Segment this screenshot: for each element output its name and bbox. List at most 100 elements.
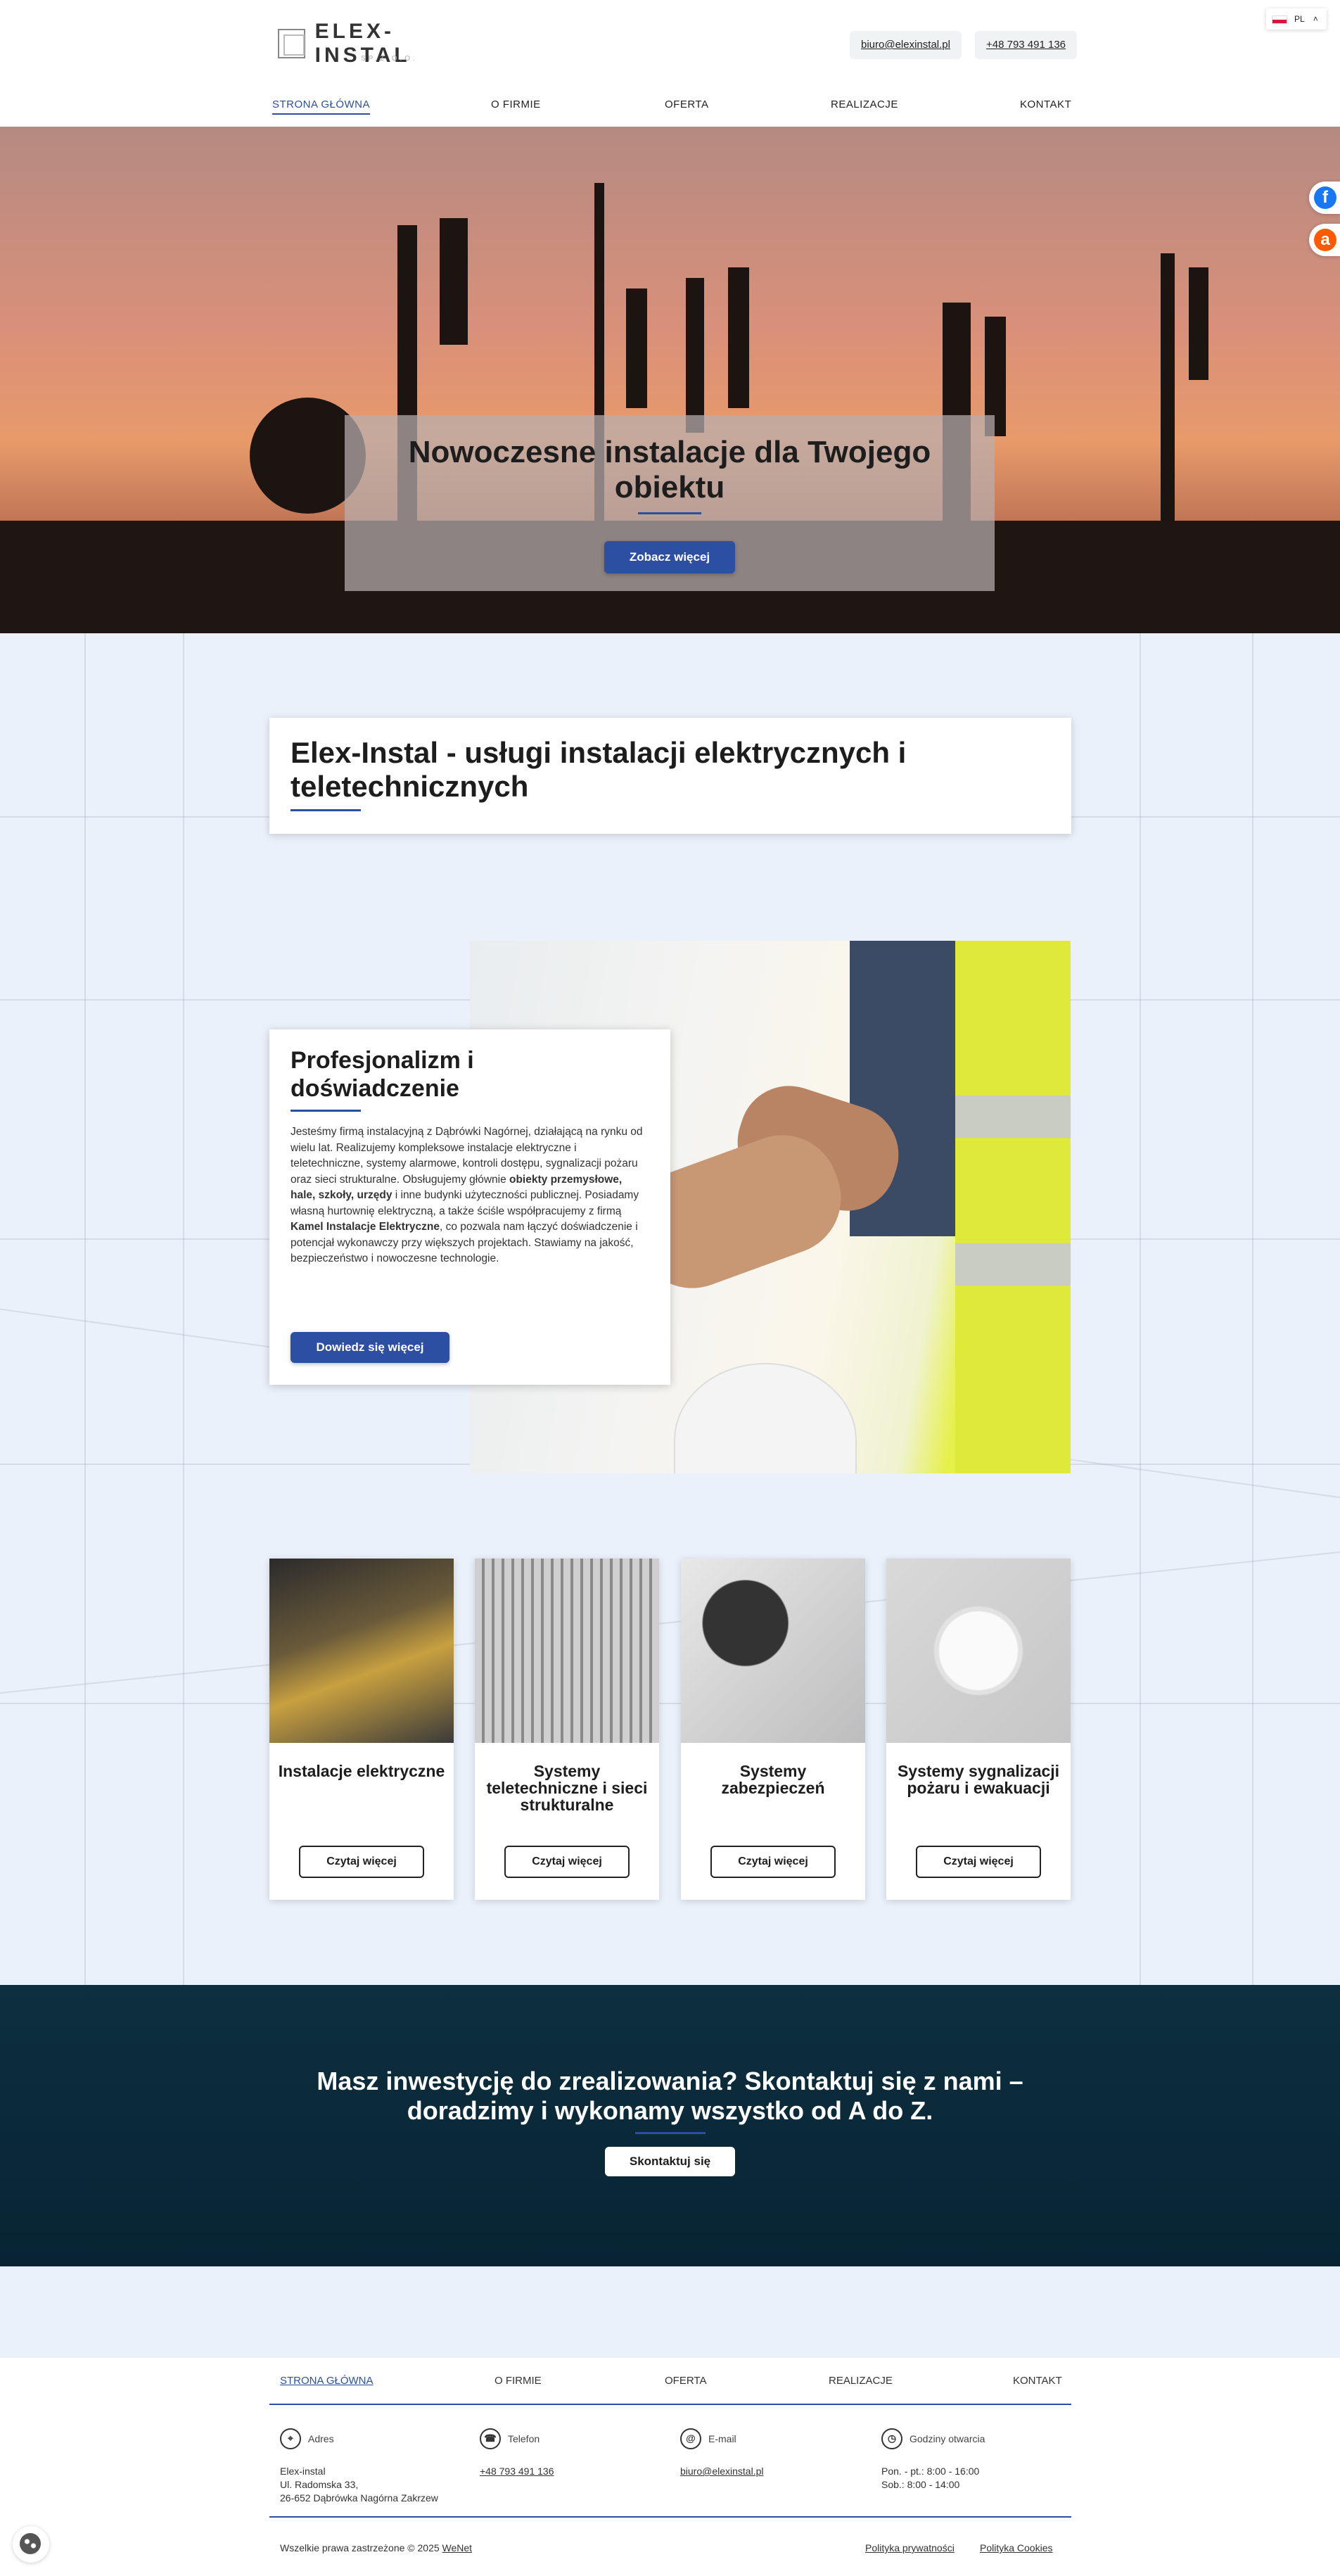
hours-value: Pon. - pt.: 8:00 - 16:00 Sob.: 8:00 - 14…: [881, 2465, 1071, 2492]
facebook-link[interactable]: f: [1309, 182, 1340, 214]
privacy-policy-link[interactable]: Polityka prywatności: [865, 2542, 955, 2553]
copyright: Wszelkie prawa zastrzeżone © 2025 WeNet: [280, 2542, 472, 2553]
about-accent-line: [291, 1110, 361, 1112]
intro-card: Elex-Instal - usługi instalacji elektryc…: [269, 718, 1071, 834]
nav-item-home[interactable]: STRONA GŁÓWNA: [272, 99, 371, 115]
address-line: 26-652 Dąbrówka Nagórna Zakrzew: [280, 2492, 438, 2504]
logo[interactable]: ELEX-INSTAL SP.Z O.O.: [278, 20, 475, 67]
blueprint-strip: [0, 2266, 1340, 2358]
nav-item-projects[interactable]: REALIZACJE: [831, 99, 898, 110]
about-text-bold: Kamel Instalacje Elektryczne: [291, 1221, 440, 1233]
hero-title: Nowoczesne instalacje dla Twojego obiekt…: [408, 435, 931, 505]
hours-line: Pon. - pt.: 8:00 - 16:00: [881, 2466, 980, 2477]
blueprint-line: [183, 633, 184, 1985]
antenna-silhouette: [440, 218, 468, 345]
clock-icon: ◷: [881, 2428, 902, 2449]
site-header: ELEX-INSTAL SP.Z O.O. biuro@elexinstal.p…: [0, 0, 1340, 127]
address-value: Elex-instal Ul. Radomska 33, 26-652 Dąbr…: [280, 2465, 470, 2505]
service-read-more-button[interactable]: Czytaj więcej: [299, 1846, 424, 1878]
hours-label: Godziny otwarcia: [910, 2433, 985, 2444]
phone-icon: ☎: [480, 2428, 501, 2449]
service-card[interactable]: Instalacje elektryczne Czytaj więcej: [269, 1559, 454, 1900]
header-phone-link[interactable]: +48 793 491 136: [975, 31, 1078, 59]
service-card[interactable]: Systemy sygnalizacji pożaru i ewakuacji …: [886, 1559, 1071, 1900]
hours-line: Sob.: 8:00 - 14:00: [881, 2479, 960, 2490]
service-read-more-button[interactable]: Czytaj więcej: [710, 1846, 836, 1878]
service-title: Instalacje elektryczne: [278, 1762, 445, 1780]
wenet-link[interactable]: WeNet: [442, 2542, 473, 2553]
contact-cta-section: Masz inwestycję do zrealizowania? Skonta…: [0, 1985, 1340, 2266]
service-title: Systemy zabezpieczeń: [721, 1762, 825, 1797]
smoke-detector-photo: [886, 1559, 1071, 1743]
service-title: Systemy teletechniczne i sieci struktura…: [486, 1762, 648, 1814]
site-footer: STRONA GŁÓWNA O FIRMIE OFERTA REALIZACJE…: [0, 2358, 1340, 2576]
language-switcher[interactable]: PL ˄: [1266, 8, 1327, 30]
antenna-silhouette: [686, 278, 704, 433]
service-card[interactable]: Systemy teletechniczne i sieci struktura…: [475, 1559, 659, 1900]
allegro-icon: a: [1314, 229, 1336, 251]
email-label: E-mail: [708, 2433, 736, 2444]
antenna-silhouette: [1161, 253, 1175, 535]
footer-nav-about[interactable]: O FIRMIE: [494, 2375, 542, 2387]
service-title: Systemy sygnalizacji pożaru i ewakuacji: [897, 1762, 1060, 1797]
footer-divider: [269, 2516, 1071, 2518]
nav-item-about[interactable]: O FIRMIE: [491, 99, 541, 110]
nav-item-contact[interactable]: KONTAKT: [1020, 99, 1071, 110]
copyright-text: Wszelkie prawa zastrzeżone © 2025: [280, 2542, 442, 2553]
footer-phone-link[interactable]: +48 793 491 136: [480, 2465, 670, 2478]
header-email-link[interactable]: biuro@elexinstal.pl: [850, 31, 962, 59]
photo-helmet: [674, 1363, 857, 1473]
photo-safety-vest: [955, 941, 1071, 1473]
address-line: Ul. Radomska 33,: [280, 2479, 359, 2490]
logo-subtitle: SP.Z O.O.: [361, 55, 418, 63]
language-code: PL: [1294, 14, 1305, 24]
intro-title: Elex-Instal - usługi instalacji elektryc…: [291, 736, 907, 803]
blueprint-line: [84, 633, 86, 1985]
phone-label: Telefon: [508, 2433, 540, 2444]
chevron-up-icon: ˄: [1313, 14, 1318, 24]
poland-flag-icon: [1272, 15, 1287, 24]
electrical-panel-photo: [269, 1559, 454, 1743]
network-cables-photo: [475, 1559, 659, 1743]
antenna-silhouette: [1189, 267, 1208, 380]
hero-banner: Nowoczesne instalacje dla Twojego obiekt…: [0, 127, 1340, 633]
blueprint-line: [1252, 633, 1253, 1985]
about-more-button[interactable]: Dowiedz się więcej: [291, 1332, 449, 1363]
nav-item-offer[interactable]: OFERTA: [665, 99, 708, 110]
footer-email-link[interactable]: biuro@elexinstal.pl: [680, 2465, 870, 2478]
service-read-more-button[interactable]: Czytaj więcej: [504, 1846, 630, 1878]
photo-reflective-stripe: [955, 1243, 1071, 1286]
photo-reflective-stripe: [955, 1096, 1071, 1138]
antenna-silhouette: [728, 267, 749, 408]
map-pin-icon: ⌖: [280, 2428, 301, 2449]
main-nav: STRONA GŁÓWNA O FIRMIE OFERTA REALIZACJE…: [269, 99, 1071, 120]
about-title: Profesjonalizm i doświadczenie: [291, 1047, 474, 1102]
cta-contact-button[interactable]: Skontaktuj się: [605, 2147, 735, 2176]
footer-nav-projects[interactable]: REALIZACJE: [829, 2375, 893, 2387]
hero-more-button[interactable]: Zobacz więcej: [604, 541, 735, 573]
service-read-more-button[interactable]: Czytaj więcej: [916, 1846, 1041, 1878]
antenna-silhouette: [626, 288, 647, 408]
allegro-link[interactable]: a: [1309, 224, 1340, 256]
cookie-policy-link[interactable]: Polityka Cookies: [980, 2542, 1053, 2553]
security-camera-photo: [681, 1559, 865, 1743]
footer-nav-offer[interactable]: OFERTA: [665, 2375, 706, 2387]
address-label: Adres: [308, 2433, 334, 2444]
cta-title: Masz inwestycję do zrealizowania? Skonta…: [317, 2067, 1023, 2125]
cta-accent-line: [635, 2132, 706, 2134]
facebook-icon: f: [1314, 186, 1336, 209]
footer-nav-home[interactable]: STRONA GŁÓWNA: [280, 2375, 374, 2387]
intro-accent-line: [291, 809, 361, 811]
hero-accent-line: [638, 512, 701, 514]
at-sign-icon: @: [680, 2428, 701, 2449]
logo-mark-icon: [278, 29, 305, 58]
cookie-settings-icon[interactable]: [13, 2526, 49, 2563]
footer-divider: [269, 2404, 1071, 2405]
footer-nav-contact[interactable]: KONTAKT: [1013, 2375, 1062, 2387]
about-card: Profesjonalizm i doświadczenie Jesteśmy …: [269, 1029, 670, 1385]
address-line: Elex-instal: [280, 2466, 326, 2477]
service-card[interactable]: Systemy zabezpieczeń Czytaj więcej: [681, 1559, 865, 1900]
blueprint-line: [1140, 633, 1141, 1985]
hero-panel: Nowoczesne instalacje dla Twojego obiekt…: [345, 415, 995, 591]
about-text: Jesteśmy firmą instalacyjną z Dąbrówki N…: [291, 1124, 649, 1267]
